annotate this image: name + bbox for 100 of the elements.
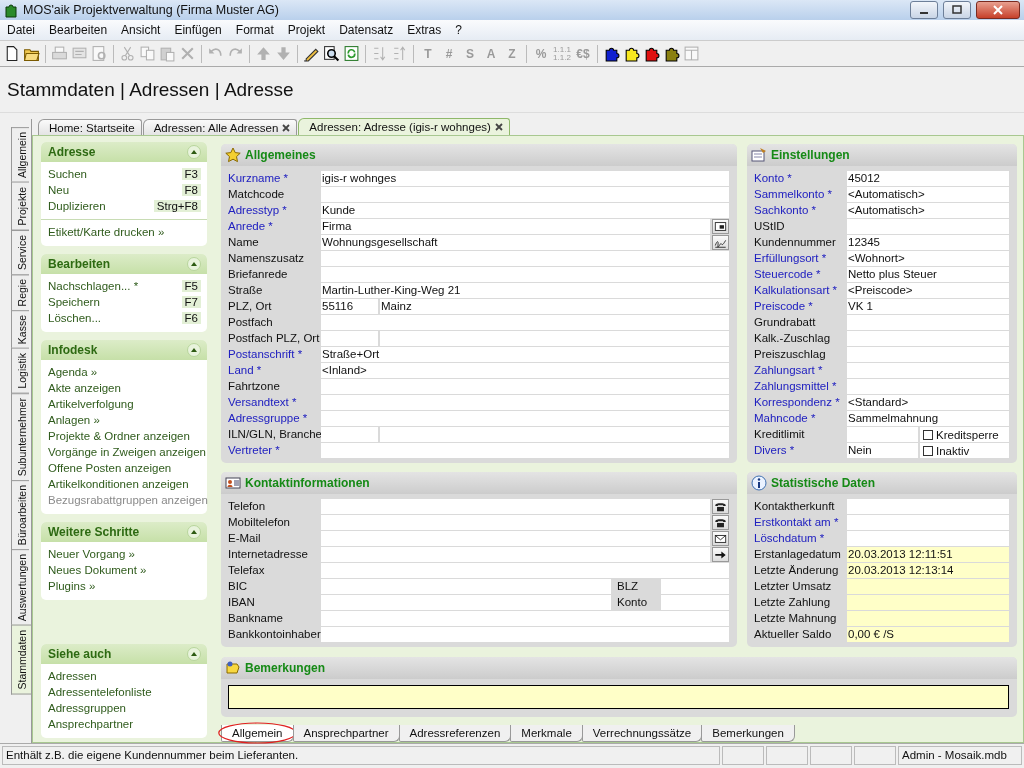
task-link[interactable]: Vorgänge in Zweigen anzeigen — [48, 446, 206, 458]
side-tab[interactable]: Logistik — [11, 348, 29, 394]
minimize-icon[interactable] — [910, 1, 938, 19]
input-field[interactable]: <Automatisch> — [847, 187, 1009, 202]
telephone-icon[interactable] — [712, 499, 729, 515]
input-field[interactable]: Martin-Luther-King-Weg 21 — [321, 283, 729, 298]
input-field[interactable] — [380, 331, 729, 346]
collapse-icon[interactable] — [187, 145, 201, 159]
task-link[interactable]: Adressgruppen — [48, 702, 126, 714]
input-field[interactable] — [847, 611, 1009, 627]
card-icon[interactable] — [712, 219, 729, 234]
menu-item[interactable]: Extras — [400, 23, 449, 37]
input-field[interactable] — [321, 251, 729, 266]
section-tab[interactable]: Ansprechpartner — [292, 724, 400, 742]
input-field[interactable] — [847, 315, 1009, 330]
collapse-icon[interactable] — [187, 257, 201, 271]
checkbox[interactable]: Kreditsperre — [920, 427, 1009, 442]
input-field[interactable] — [380, 427, 729, 442]
document-tab[interactable]: Adressen: Adresse (igis-r wohnges) — [298, 118, 510, 135]
input-field[interactable]: igis-r wohnges — [321, 171, 729, 186]
input-field[interactable] — [847, 531, 1009, 547]
input-field[interactable]: Straße+Ort — [321, 347, 729, 362]
input-field[interactable]: VK 1 — [847, 299, 1009, 314]
task-link[interactable]: Adressentelefonliste — [48, 686, 152, 698]
task-link[interactable]: Etikett/Karte drucken » — [48, 226, 165, 238]
side-tab[interactable]: Büroarbeiten — [11, 480, 29, 551]
collapse-icon[interactable] — [187, 525, 201, 539]
task-link[interactable]: Plugins » — [48, 580, 96, 592]
refresh-icon[interactable] — [343, 45, 360, 62]
menu-item[interactable]: ? — [448, 23, 469, 37]
menu-item[interactable]: Format — [228, 23, 281, 37]
input-field[interactable]: <Standard> — [847, 395, 1009, 410]
input-field[interactable]: Kunde — [321, 203, 729, 218]
task-link[interactable]: Nachschlagen... * — [48, 280, 139, 292]
side-tab[interactable]: Projekte — [11, 182, 29, 231]
input-field[interactable] — [321, 443, 729, 458]
input-field[interactable]: Firma — [321, 219, 710, 234]
input-field[interactable]: <Inland> — [321, 363, 729, 378]
side-tab[interactable]: Regie — [11, 273, 29, 312]
task-link[interactable]: Agenda » — [48, 366, 98, 378]
telephone-icon[interactable] — [712, 515, 729, 531]
side-tab[interactable]: Auswertungen — [11, 549, 29, 627]
task-link[interactable]: Artikelverfolgung — [48, 398, 134, 410]
task-link[interactable]: Duplizieren — [48, 200, 106, 212]
input-field[interactable] — [321, 595, 611, 611]
collapse-icon[interactable] — [187, 343, 201, 357]
input-field[interactable] — [321, 531, 710, 547]
task-link[interactable]: Neuer Vorgang » — [48, 548, 135, 560]
input-field[interactable]: <Automatisch> — [847, 203, 1009, 218]
input-field[interactable] — [321, 427, 378, 442]
input-field[interactable] — [321, 563, 729, 579]
task-link[interactable]: Neues Dokument » — [48, 564, 147, 576]
collapse-icon[interactable] — [187, 647, 201, 661]
input-field[interactable] — [847, 499, 1009, 515]
arrow-right-icon[interactable] — [712, 547, 729, 563]
menu-item[interactable]: Datensatz — [332, 23, 401, 37]
input-field[interactable]: 20.03.2013 12:11:51 — [847, 547, 1009, 563]
side-tab[interactable]: Stammdaten — [11, 625, 31, 695]
input-field[interactable] — [321, 515, 710, 531]
task-link[interactable]: Ansprechpartner — [48, 718, 134, 730]
input-field[interactable]: Wohnungsgesellschaft — [321, 235, 710, 250]
input-field[interactable] — [321, 187, 729, 202]
close-icon[interactable] — [976, 1, 1020, 19]
close-icon[interactable] — [282, 123, 291, 132]
input-field[interactable]: <Wohnort> — [847, 251, 1009, 266]
input-field[interactable] — [321, 547, 710, 563]
input-field[interactable]: Nein — [847, 443, 918, 458]
task-link[interactable]: Projekte & Ordner anzeigen — [48, 430, 190, 442]
task-link[interactable]: Anlagen » — [48, 414, 100, 426]
input-field[interactable] — [321, 611, 729, 627]
remarks-field[interactable] — [228, 684, 1009, 709]
task-link[interactable]: Löschen... — [48, 312, 102, 324]
task-link[interactable]: Adressen — [48, 670, 97, 682]
section-tab[interactable]: Adressreferenzen — [398, 724, 512, 742]
task-link[interactable]: Akte anzeigen — [48, 382, 121, 394]
document-tab[interactable]: Home: Startseite — [38, 119, 142, 135]
task-link[interactable]: Neu — [48, 184, 70, 196]
input-field[interactable] — [847, 363, 1009, 378]
input-field[interactable]: Netto plus Steuer — [847, 267, 1009, 282]
signature-icon[interactable] — [712, 235, 729, 250]
input-field[interactable]: 0,00 € /S — [847, 627, 1009, 643]
section-tab[interactable]: Merkmale — [510, 724, 583, 742]
maximize-icon[interactable] — [943, 1, 971, 19]
menu-item[interactable]: Einfügen — [167, 23, 229, 37]
input-field[interactable] — [847, 515, 1009, 531]
magnifier-icon[interactable] — [323, 45, 340, 62]
input-field[interactable] — [847, 379, 1009, 394]
menu-item[interactable]: Projekt — [280, 23, 333, 37]
input-field[interactable] — [321, 267, 729, 282]
input-field[interactable] — [847, 331, 1009, 346]
input-field[interactable] — [321, 627, 729, 643]
input-field[interactable] — [321, 411, 729, 426]
section-tab[interactable]: Allgemein — [221, 724, 294, 742]
task-link[interactable]: Suchen — [48, 168, 87, 180]
section-tab[interactable]: Verrechnungssätze — [581, 724, 703, 742]
checkbox-box[interactable] — [923, 429, 933, 440]
input-field[interactable] — [847, 579, 1009, 595]
input-field[interactable]: Sammelmahnung — [847, 411, 1009, 426]
task-link[interactable]: Offene Posten anzeigen — [48, 462, 172, 474]
checkbox-box[interactable] — [923, 445, 933, 456]
